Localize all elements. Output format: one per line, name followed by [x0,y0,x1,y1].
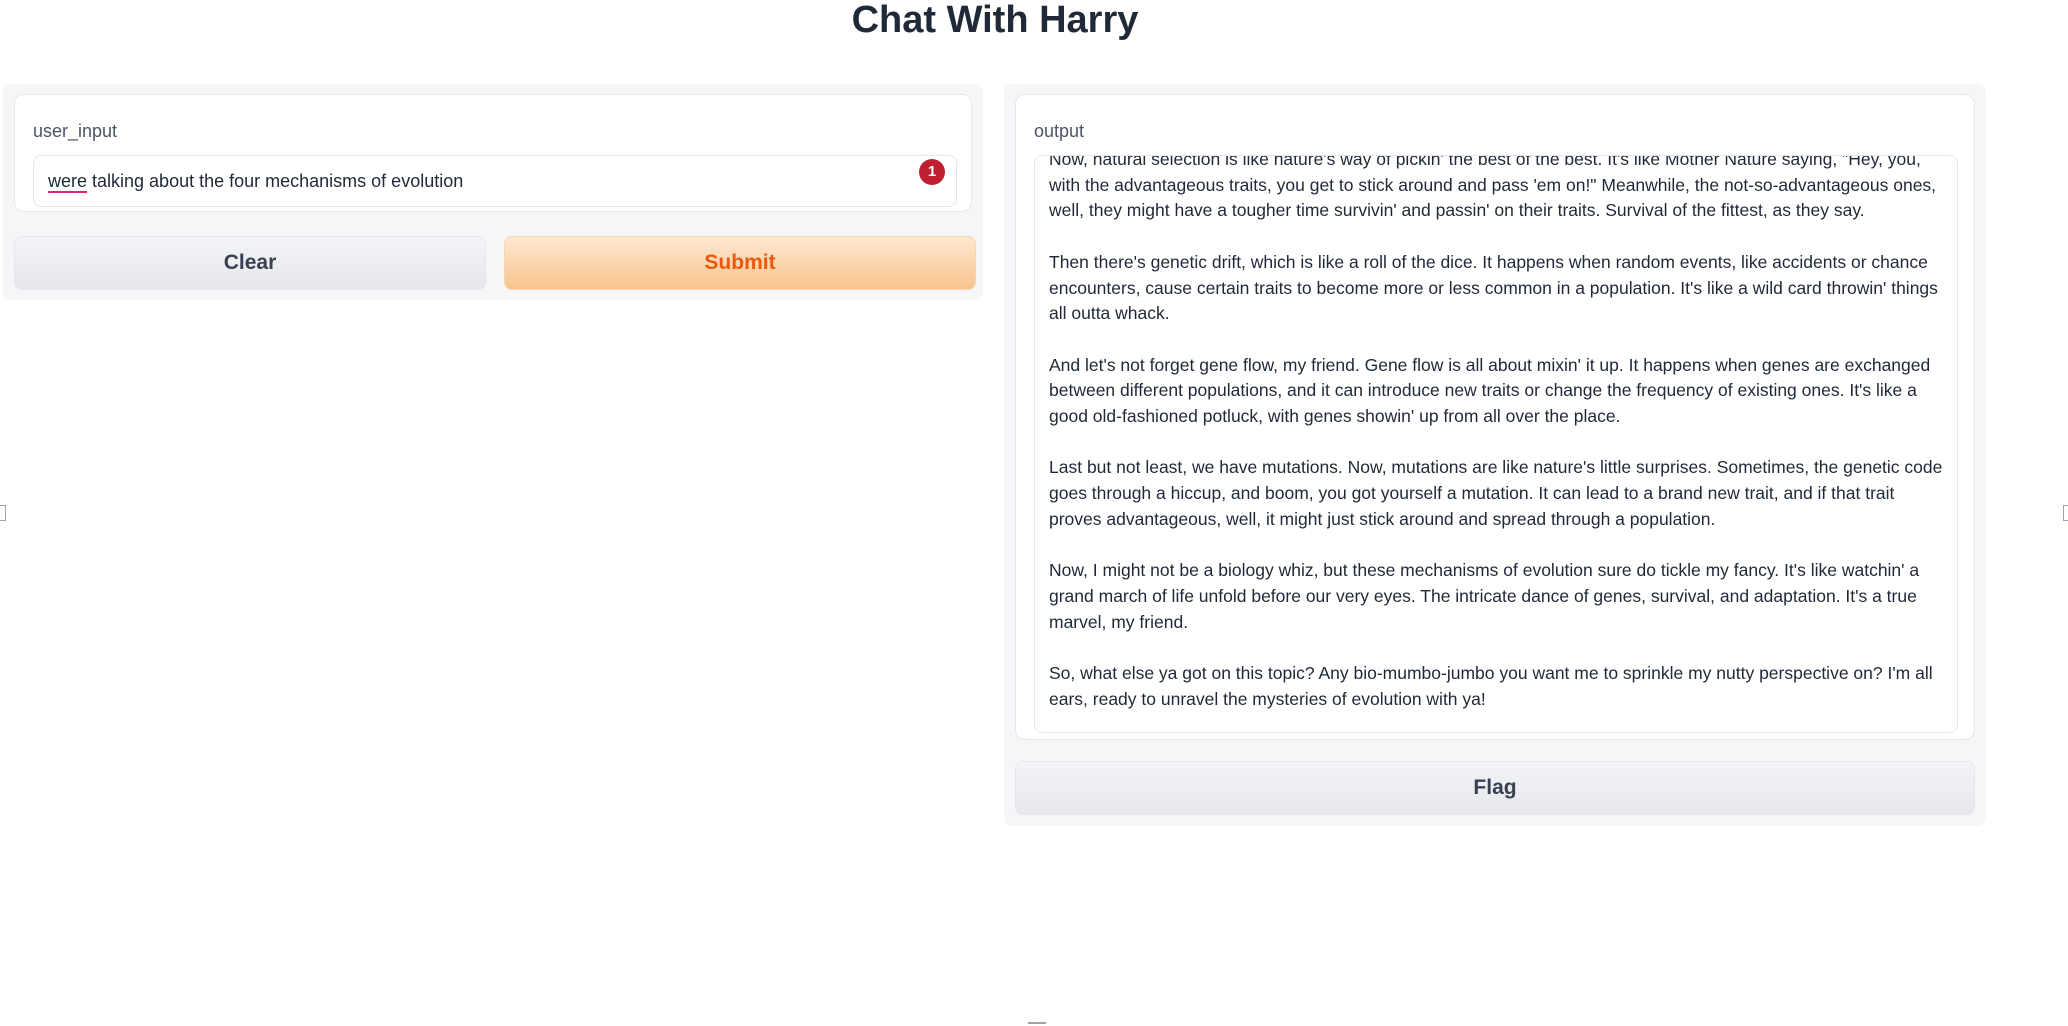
resize-handle-right[interactable] [2063,505,2068,521]
output-paragraph: And let's not forget gene flow, my frien… [1049,354,1931,426]
user-input-block: user_input were talking about the four m… [14,94,972,212]
user-input-label: user_input [33,121,118,141]
resize-handle-bottom[interactable] [1028,1022,1046,1024]
output-block: output Now, natural selection is like na… [1015,94,1975,740]
spelling-error-badge[interactable]: 1 [919,159,945,185]
resize-handle-left[interactable] [0,505,6,521]
page-title: Chat With Harry [851,0,1139,41]
flag-button[interactable]: Flag [1015,761,1975,815]
input-panel: user_input were talking about the four m… [3,84,983,300]
user-input-value: talking about the four mechanisms of evo… [87,171,464,191]
output-textbox[interactable]: Now, natural selection is like nature's … [1034,155,1958,733]
clear-button[interactable]: Clear [14,236,486,290]
misspelled-word[interactable]: were [48,171,87,191]
output-text: Now, natural selection is like nature's … [1049,155,1945,712]
output-paragraph: Now, natural selection is like nature's … [1049,155,1937,221]
output-label: output [1034,121,1085,141]
submit-button[interactable]: Submit [504,236,976,290]
output-panel: output Now, natural selection is like na… [1004,84,1986,826]
user-input-field[interactable]: were talking about the four mechanisms o… [33,155,957,207]
output-paragraph: So, what else ya got on this topic? Any … [1049,662,1933,709]
output-paragraph: Now, I might not be a biology whiz, but … [1049,560,1920,632]
output-paragraph: Then there's genetic drift, which is lik… [1049,251,1938,324]
output-paragraph: Last but not least, we have mutations. N… [1049,457,1943,529]
